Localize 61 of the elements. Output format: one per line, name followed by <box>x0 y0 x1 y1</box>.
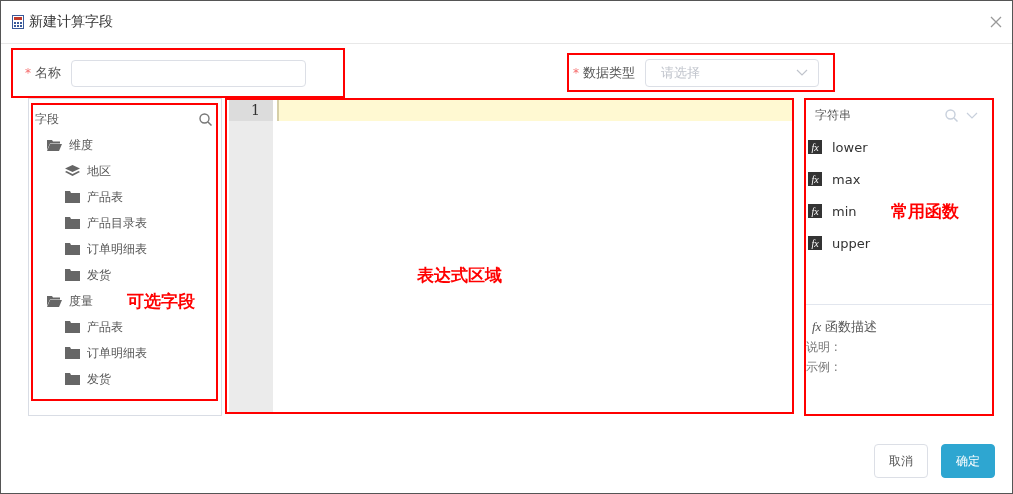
description-title: 函数描述 <box>825 318 878 336</box>
annotation-label: 可选字段 <box>127 291 195 313</box>
tree-item[interactable]: 地区 <box>35 158 111 184</box>
description-label: 说明 : <box>806 339 839 356</box>
line-number: 1 <box>229 100 273 121</box>
folder-icon <box>65 347 80 359</box>
function-icon: fx <box>808 140 822 154</box>
folder-icon <box>65 217 80 229</box>
function-icon: fx <box>812 319 822 335</box>
tree-item-label: 地区 <box>87 162 111 180</box>
field-label: 数据类型 <box>583 63 635 82</box>
chevron-down-icon <box>796 69 808 76</box>
function-item[interactable]: fx min <box>806 195 861 227</box>
folder-icon <box>65 269 80 281</box>
folder-icon <box>65 321 80 333</box>
panel-title: 字段 <box>35 110 59 128</box>
tree-item[interactable]: 度量 <box>35 288 93 314</box>
folder-icon <box>65 243 80 255</box>
tree-item-label: 维度 <box>69 136 93 154</box>
tree-item[interactable]: 订单明细表 <box>35 236 147 262</box>
annotation-label: 常用函数 <box>891 201 959 223</box>
name-input[interactable] <box>71 59 306 87</box>
tree-item[interactable]: 产品表 <box>35 184 123 210</box>
tree-item[interactable]: 产品表 <box>35 314 123 340</box>
tree-item[interactable]: 订单明细表 <box>35 340 147 366</box>
function-icon: fx <box>808 204 822 218</box>
tree-item-label: 订单明细表 <box>87 344 147 362</box>
calculator-icon <box>12 15 24 29</box>
folder-icon <box>65 373 80 385</box>
required-mark: * <box>573 65 579 80</box>
dialog-title: 新建计算字段 <box>29 13 113 31</box>
folder-icon <box>65 191 80 203</box>
layers-icon <box>65 165 80 177</box>
field-label: 名称 <box>35 64 61 82</box>
tree-item[interactable]: 维度 <box>35 132 93 158</box>
expression-editor[interactable]: 1 表达式区域 <box>225 98 794 414</box>
tree-item-label: 产品表 <box>87 318 123 336</box>
function-icon: fx <box>808 236 822 250</box>
category-label: 字符串 <box>815 106 852 124</box>
tree-item-label: 订单明细表 <box>87 240 147 258</box>
annotation-label: 表达式区域 <box>417 265 502 287</box>
tree-item[interactable]: 发货 <box>35 262 111 288</box>
tree-item[interactable]: 发货 <box>35 366 111 392</box>
search-icon[interactable] <box>199 112 212 126</box>
tree-item-label: 发货 <box>87 266 111 284</box>
chevron-down-icon[interactable] <box>966 111 978 119</box>
tree-item[interactable]: 产品目录表 <box>35 210 147 236</box>
tree-item-label: 产品表 <box>87 188 123 206</box>
description-label: 示例 : <box>806 359 839 376</box>
tree-item-label: 发货 <box>87 370 111 388</box>
required-mark: * <box>25 66 31 80</box>
function-icon: fx <box>808 172 822 186</box>
tree-item-label: 产品目录表 <box>87 214 147 232</box>
tree-item-label: 度量 <box>69 292 93 310</box>
function-item[interactable]: fx upper <box>806 227 875 259</box>
folder-icon <box>47 295 62 307</box>
close-icon[interactable] <box>990 16 1002 28</box>
function-item[interactable]: fx lower <box>806 131 872 163</box>
function-item[interactable]: fx max <box>806 163 865 195</box>
folder-icon <box>47 139 62 151</box>
cancel-button[interactable]: 取消 <box>874 444 928 478</box>
